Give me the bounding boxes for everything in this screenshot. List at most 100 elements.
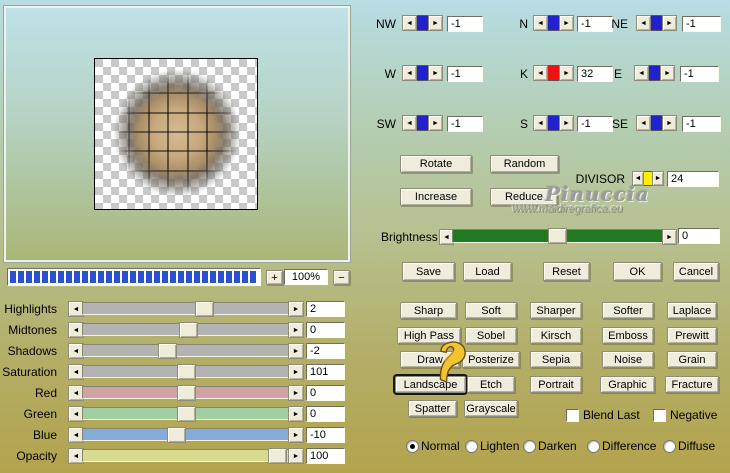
kernel-k-indicator [548, 65, 559, 81]
preset-sharper-button[interactable]: Sharper [530, 302, 582, 319]
zoom-segments[interactable] [7, 268, 261, 286]
preset-graphic-button[interactable]: Graphic [600, 376, 655, 393]
red-increment-button[interactable]: ► [288, 385, 304, 401]
blend-mode-radio-lighten[interactable] [465, 440, 478, 453]
blend-mode-radio-diffuse[interactable] [663, 440, 676, 453]
opacity-increment-button[interactable]: ► [288, 448, 304, 464]
preset-sepia-button[interactable]: Sepia [530, 351, 582, 368]
green-value[interactable]: 0 [306, 406, 345, 422]
watermark-site: www.maidiregrafica.eu [512, 203, 623, 215]
kernel-w-value[interactable]: -1 [447, 66, 483, 82]
preset-etch-button[interactable]: Etch [467, 376, 515, 393]
blue-increment-button[interactable]: ► [288, 427, 304, 443]
brightness-increment-button[interactable]: ► [662, 229, 677, 245]
blend-mode-label-lighten: Lighten [480, 439, 519, 453]
preset-posterize-button[interactable]: Posterize [462, 351, 520, 368]
shadows-value[interactable]: -2 [306, 343, 345, 359]
highlights-slider-thumb[interactable] [195, 301, 214, 317]
kernel-se-decrement-button[interactable]: ◄ [636, 115, 651, 131]
blend-mode-label-difference: Difference [602, 439, 656, 453]
preset-emboss-button[interactable]: Emboss [602, 327, 654, 344]
kernel-w-decrement-button[interactable]: ◄ [402, 65, 417, 81]
kernel-nw-decrement-button[interactable]: ◄ [402, 15, 417, 31]
kernel-ne-increment-button[interactable]: ► [662, 15, 677, 31]
kernel-se-increment-button[interactable]: ► [662, 115, 677, 131]
saturation-increment-button[interactable]: ► [288, 364, 304, 380]
zoom-in-button[interactable]: + [266, 270, 283, 285]
preset-spatter-button[interactable]: Spatter [408, 400, 457, 417]
reset-button[interactable]: Reset [543, 262, 590, 281]
kernel-e-decrement-button[interactable]: ◄ [634, 65, 649, 81]
kernel-s-decrement-button[interactable]: ◄ [533, 115, 548, 131]
blend-mode-radio-darken[interactable] [523, 440, 536, 453]
preset-soft-button[interactable]: Soft [465, 302, 517, 319]
preset-noise-button[interactable]: Noise [602, 351, 654, 368]
kernel-k-increment-button[interactable]: ► [559, 65, 574, 81]
highlights-slider-track[interactable] [82, 302, 290, 315]
red-slider-thumb[interactable] [177, 385, 196, 401]
saturation-slider-thumb[interactable] [177, 364, 196, 380]
kernel-e-value[interactable]: -1 [680, 66, 719, 82]
brightness-slider-thumb[interactable] [548, 228, 567, 244]
kernel-e-increment-button[interactable]: ► [660, 65, 675, 81]
blue-slider-track[interactable] [82, 428, 290, 441]
kernel-s-increment-button[interactable]: ► [559, 115, 574, 131]
kernel-n-increment-button[interactable]: ► [559, 15, 574, 31]
midtones-slider-thumb[interactable] [179, 322, 198, 338]
opacity-slider-track[interactable] [82, 449, 290, 462]
kernel-w-increment-button[interactable]: ► [428, 65, 443, 81]
kernel-sw-increment-button[interactable]: ► [428, 115, 443, 131]
divisor-value[interactable]: 24 [667, 171, 719, 187]
opacity-slider-thumb[interactable] [268, 448, 287, 464]
shadows-slider-track[interactable] [82, 344, 290, 357]
load-button[interactable]: Load [463, 262, 512, 281]
preset-grayscale-button[interactable]: Grayscale [464, 400, 518, 417]
kernel-sw-value[interactable]: -1 [447, 116, 483, 132]
blue-value[interactable]: -10 [306, 427, 345, 443]
kernel-nw-increment-button[interactable]: ► [428, 15, 443, 31]
kernel-se-value[interactable]: -1 [682, 116, 721, 132]
blend-last-checkbox[interactable] [566, 409, 579, 422]
shadows-slider-thumb[interactable] [158, 343, 177, 359]
preset-kirsch-button[interactable]: Kirsch [530, 327, 582, 344]
kernel-n-decrement-button[interactable]: ◄ [533, 15, 548, 31]
preset-laplace-button[interactable]: Laplace [667, 302, 717, 319]
kernel-ne-value[interactable]: -1 [682, 16, 721, 32]
ok-button[interactable]: OK [613, 262, 662, 281]
red-value[interactable]: 0 [306, 385, 345, 401]
blend-mode-radio-normal[interactable] [406, 440, 419, 453]
kernel-sw-decrement-button[interactable]: ◄ [402, 115, 417, 131]
divisor-increment-button[interactable]: ► [652, 171, 664, 186]
kernel-k-decrement-button[interactable]: ◄ [533, 65, 548, 81]
preset-fracture-button[interactable]: Fracture [665, 376, 719, 393]
highlights-value[interactable]: 2 [306, 301, 345, 317]
increase-button[interactable]: Increase [400, 188, 472, 206]
rotate-button[interactable]: Rotate [400, 155, 472, 173]
random-button[interactable]: Random [490, 155, 559, 173]
preset-prewitt-button[interactable]: Prewitt [667, 327, 717, 344]
green-increment-button[interactable]: ► [288, 406, 304, 422]
blue-slider-thumb[interactable] [167, 427, 186, 443]
saturation-value[interactable]: 101 [306, 364, 345, 380]
midtones-value[interactable]: 0 [306, 322, 345, 338]
blend-mode-radio-difference[interactable] [587, 440, 600, 453]
opacity-value[interactable]: 100 [306, 448, 345, 464]
preset-sobel-button[interactable]: Sobel [465, 327, 517, 344]
adjustment-label-red: Red [0, 386, 57, 400]
preset-softer-button[interactable]: Softer [602, 302, 654, 319]
midtones-increment-button[interactable]: ► [288, 322, 304, 338]
kernel-nw-value[interactable]: -1 [447, 16, 483, 32]
zoom-out-button[interactable]: − [333, 270, 350, 285]
shadows-increment-button[interactable]: ► [288, 343, 304, 359]
save-button[interactable]: Save [402, 262, 455, 281]
preset-sharp-button[interactable]: Sharp [400, 302, 457, 319]
cancel-button[interactable]: Cancel [673, 262, 719, 281]
kernel-label-s: S [494, 117, 528, 131]
green-slider-thumb[interactable] [177, 406, 196, 422]
kernel-ne-decrement-button[interactable]: ◄ [636, 15, 651, 31]
negative-checkbox[interactable] [653, 409, 666, 422]
preset-grain-button[interactable]: Grain [667, 351, 717, 368]
preset-portrait-button[interactable]: Portrait [530, 376, 582, 393]
brightness-value[interactable]: 0 [678, 228, 720, 244]
highlights-increment-button[interactable]: ► [288, 301, 304, 317]
